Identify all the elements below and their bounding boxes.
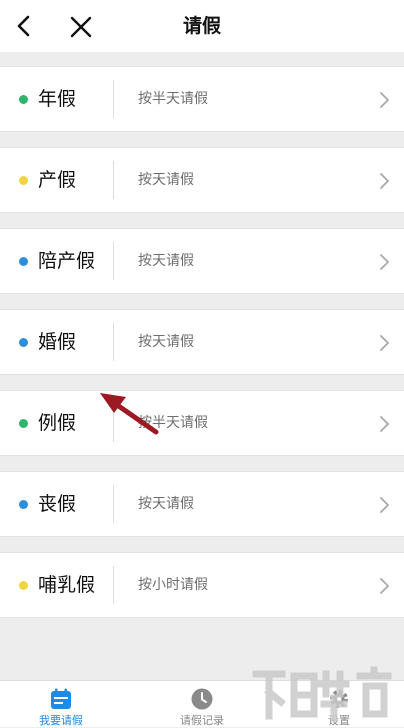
leave-type-name: 丧假 bbox=[38, 493, 77, 515]
row-divider bbox=[113, 242, 114, 280]
page-title: 请假 bbox=[182, 15, 221, 37]
row-divider bbox=[113, 80, 114, 118]
status-dot-icon bbox=[19, 419, 28, 428]
tab-leave-records[interactable]: 请假记录 bbox=[147, 681, 257, 728]
leave-type-list: 病假按小时请假年假按半天请假产假按天请假陪产假按天请假婚假按天请假例假按半天请假… bbox=[0, 0, 404, 680]
leave-type-row[interactable]: 哺乳假 按小时请假 bbox=[0, 552, 404, 618]
leave-unit-label: 按半天请假 bbox=[138, 415, 208, 431]
row-divider bbox=[113, 485, 114, 523]
chevron-left-icon bbox=[17, 15, 30, 37]
leave-unit-label: 按天请假 bbox=[138, 496, 194, 512]
bottom-tab-bar: 我要请假 请假记录 设置 bbox=[0, 680, 404, 727]
leave-unit-label: 按天请假 bbox=[138, 334, 194, 350]
chevron-right-icon bbox=[380, 416, 389, 432]
leave-type-row[interactable]: 婚假 按天请假 bbox=[0, 309, 404, 375]
leave-type-row[interactable]: 陪产假 按天请假 bbox=[0, 228, 404, 294]
calendar-icon bbox=[51, 688, 71, 709]
leave-type-row[interactable]: 丧假 按天请假 bbox=[0, 471, 404, 537]
leave-unit-label: 按小时请假 bbox=[138, 577, 208, 593]
chevron-right-icon bbox=[380, 254, 389, 270]
leave-type-name: 年假 bbox=[38, 88, 77, 110]
leave-unit-label: 按半天请假 bbox=[138, 91, 208, 107]
gear-icon bbox=[330, 690, 348, 708]
status-dot-icon bbox=[19, 176, 28, 185]
tab-settings[interactable]: 设置 bbox=[284, 681, 394, 728]
clock-icon bbox=[191, 688, 213, 710]
status-dot-icon bbox=[19, 500, 28, 509]
status-dot-icon bbox=[19, 581, 28, 590]
header-bar: 请假 bbox=[0, 0, 404, 52]
close-icon bbox=[70, 16, 92, 38]
status-dot-icon bbox=[19, 95, 28, 104]
leave-type-name: 例假 bbox=[38, 412, 77, 434]
chevron-right-icon bbox=[380, 497, 389, 513]
leave-type-name: 产假 bbox=[38, 169, 77, 191]
chevron-right-icon bbox=[380, 335, 389, 351]
row-divider bbox=[113, 161, 114, 199]
leave-unit-label: 按天请假 bbox=[138, 253, 194, 269]
row-divider bbox=[113, 566, 114, 604]
leave-unit-label: 按天请假 bbox=[138, 172, 194, 188]
row-divider bbox=[113, 323, 114, 361]
status-dot-icon bbox=[19, 338, 28, 347]
leave-type-name: 陪产假 bbox=[38, 250, 96, 272]
chevron-right-icon bbox=[380, 173, 389, 189]
back-button[interactable] bbox=[10, 12, 38, 40]
close-button[interactable] bbox=[66, 12, 96, 42]
row-divider bbox=[113, 404, 114, 442]
leave-type-row[interactable]: 例假 按半天请假 bbox=[0, 390, 404, 456]
leave-type-row[interactable]: 年假 按半天请假 bbox=[0, 66, 404, 132]
leave-type-name: 婚假 bbox=[38, 331, 77, 353]
status-dot-icon bbox=[19, 257, 28, 266]
chevron-right-icon bbox=[380, 578, 389, 594]
tab-label: 设置 bbox=[328, 714, 350, 727]
tab-apply-leave[interactable]: 我要请假 bbox=[6, 681, 116, 728]
chevron-right-icon bbox=[380, 92, 389, 108]
tab-label: 请假记录 bbox=[180, 714, 224, 727]
tab-label: 我要请假 bbox=[39, 714, 83, 727]
leave-type-row[interactable]: 产假 按天请假 bbox=[0, 147, 404, 213]
leave-type-name: 哺乳假 bbox=[38, 574, 96, 596]
